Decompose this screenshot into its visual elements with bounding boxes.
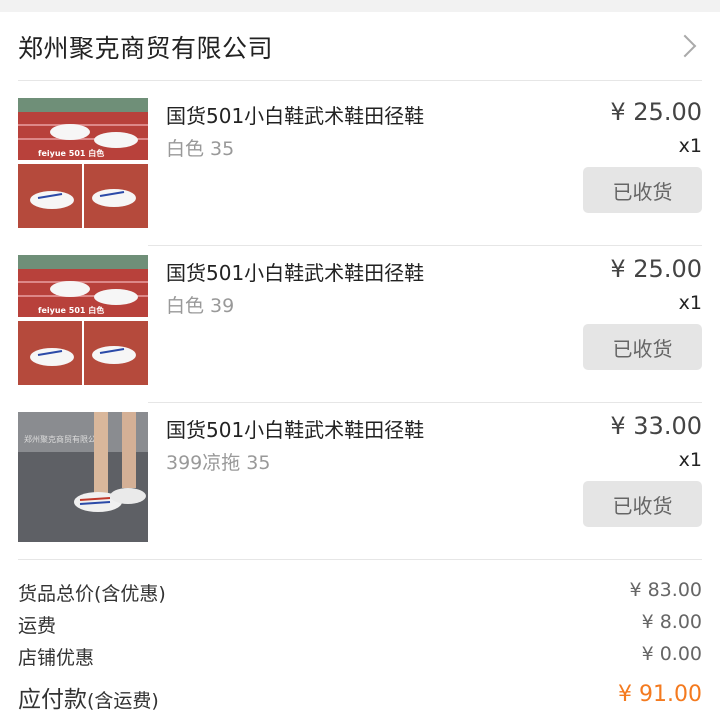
order-item[interactable]: feiyue 501 白色 国货501小白鞋武术鞋田径鞋 白色 35 ¥ 25.… [0, 98, 720, 228]
payable-row: 应付款(含运费) ¥ 91.00 [18, 680, 702, 716]
product-title[interactable]: 国货501小白鞋武术鞋田径鞋 [166, 100, 424, 129]
goods-total-row: 货品总价(含优惠) ¥ 83.00 [18, 579, 702, 607]
received-status-button[interactable]: 已收货 [583, 481, 702, 527]
product-image[interactable]: feiyue 501 白色 [18, 255, 148, 385]
discount-label: 店铺优惠 [18, 647, 95, 669]
product-title[interactable]: 国货501小白鞋武术鞋田径鞋 [166, 414, 424, 443]
product-quantity: x1 [678, 292, 702, 314]
divider [148, 402, 702, 403]
product-image[interactable]: feiyue 501 白色 [18, 98, 148, 228]
order-item[interactable]: feiyue 501 白色 国货501小白鞋武术鞋田径鞋 白色 39 ¥ 25.… [0, 255, 720, 385]
payable-value: ¥ 91.00 [618, 682, 702, 707]
product-price: ¥ 33.00 [610, 412, 702, 440]
shop-name[interactable]: 郑州聚克商贸有限公司 [18, 29, 273, 65]
payable-label: 应付款(含运费) [18, 680, 159, 714]
shipping-row: 运费 ¥ 8.00 [18, 611, 702, 639]
divider [18, 80, 702, 81]
product-image[interactable]: 郑州聚克商贸有限公司 [18, 412, 148, 542]
divider [148, 245, 702, 246]
goods-total-label: 货品总价(含优惠) [18, 583, 166, 605]
received-status-button[interactable]: 已收货 [583, 324, 702, 370]
divider [18, 559, 702, 560]
chevron-right-icon[interactable] [673, 34, 697, 58]
image-caption: feiyue 501 白色 [38, 305, 104, 315]
product-price: ¥ 25.00 [610, 98, 702, 126]
received-status-button[interactable]: 已收货 [583, 167, 702, 213]
product-quantity: x1 [678, 135, 702, 157]
image-caption: 郑州聚克商贸有限公司 [24, 434, 104, 444]
product-title[interactable]: 国货501小白鞋武术鞋田径鞋 [166, 257, 424, 286]
shipping-label: 运费 [18, 615, 57, 637]
payable-label-text: 应付款 [18, 687, 87, 713]
discount-row: 店铺优惠 ¥ 0.00 [18, 643, 702, 671]
product-variant: 399凉拖 35 [166, 452, 271, 474]
product-price: ¥ 25.00 [610, 255, 702, 283]
order-card: 郑州聚克商贸有限公司 feiyue 501 白色 国货501小白鞋武术鞋田径鞋 … [0, 12, 720, 727]
goods-total-value: ¥ 83.00 [629, 579, 702, 601]
shipping-value: ¥ 8.00 [641, 611, 702, 633]
order-item[interactable]: 郑州聚克商贸有限公司 国货501小白鞋武术鞋田径鞋 399凉拖 35 ¥ 33.… [0, 412, 720, 542]
product-quantity: x1 [678, 449, 702, 471]
payable-sub-label: (含运费) [87, 690, 159, 712]
shop-header[interactable]: 郑州聚克商贸有限公司 [0, 12, 720, 80]
product-variant: 白色 39 [166, 295, 235, 317]
product-variant: 白色 35 [166, 138, 235, 160]
image-caption: feiyue 501 白色 [38, 148, 104, 158]
discount-value: ¥ 0.00 [641, 643, 702, 665]
